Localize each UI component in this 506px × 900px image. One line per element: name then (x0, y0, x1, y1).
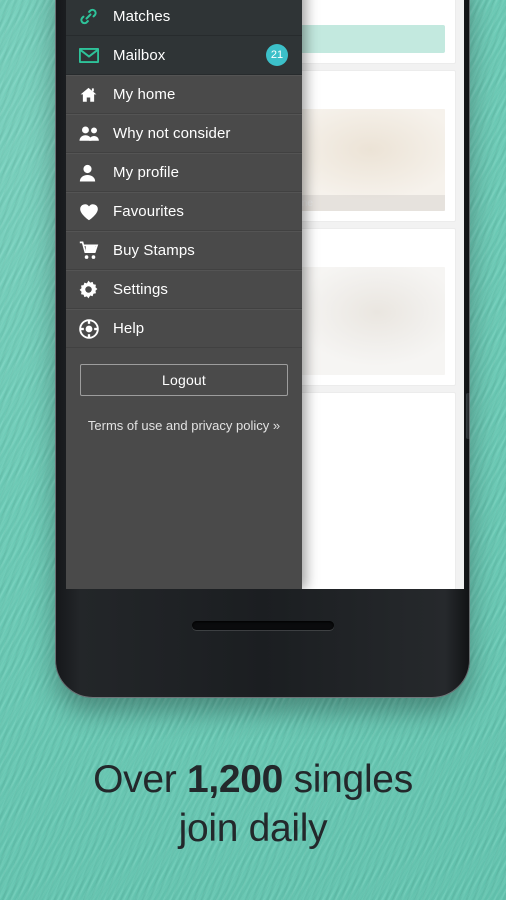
tagline: Over 1,200 singles join daily (0, 755, 506, 853)
tagline-line1-post: singles (283, 758, 414, 801)
home-icon (79, 86, 109, 104)
logout-button-label: Logout (161, 372, 207, 388)
navigation-drawer: Search Matches (66, 0, 302, 589)
life-ring-icon (79, 318, 109, 339)
sidebar-item-help[interactable]: Help (66, 309, 302, 348)
drawer-footer: Logout Terms of use and privacy policy » (66, 348, 302, 589)
sidebar-item-favourites[interactable]: Favourites (66, 192, 302, 231)
volume-button[interactable] (466, 393, 470, 439)
phone-device-mockup: View the suburbs Search to meet m Search… (55, 0, 470, 698)
sidebar-item-label: My profile (113, 164, 180, 181)
sidebar-item-settings[interactable]: Settings (66, 270, 302, 309)
sidebar-item-mailbox[interactable]: Mailbox 21 (66, 36, 302, 75)
sidebar-item-label: Buy Stamps (113, 242, 195, 259)
terms-link-label: Terms of use and privacy policy » (87, 418, 281, 433)
terms-link[interactable]: Terms of use and privacy policy » (80, 418, 288, 433)
sidebar-item-matches[interactable]: Matches (66, 0, 302, 36)
sidebar-item-label: Settings (113, 281, 168, 298)
heart-icon (79, 203, 109, 221)
tagline-line1-bold: 1,200 (186, 758, 284, 801)
speaker-grille (191, 621, 334, 630)
envelope-icon (79, 47, 109, 63)
gear-icon (79, 280, 109, 299)
phone-screen: View the suburbs Search to meet m Search… (66, 0, 464, 589)
sidebar-item-why-not-consider[interactable]: Why not consider (66, 114, 302, 153)
sidebar-item-label: Mailbox (113, 46, 166, 64)
sidebar-item-label: My home (113, 86, 176, 103)
logout-button[interactable]: Logout (80, 364, 288, 396)
sidebar-item-label: Favourites (113, 203, 185, 220)
link-chain-icon (79, 7, 109, 26)
tagline-line2: join daily (178, 807, 328, 850)
tagline-line1-pre: Over (93, 758, 187, 801)
sidebar-item-my-profile[interactable]: My profile (66, 153, 302, 192)
sidebar-item-my-home[interactable]: My home (66, 75, 302, 114)
mailbox-unread-badge: 21 (266, 44, 288, 66)
person-icon (79, 164, 109, 182)
shopping-cart-icon (79, 241, 109, 260)
sidebar-item-label: Matches (113, 7, 171, 25)
sidebar-item-buy-stamps[interactable]: Buy Stamps (66, 231, 302, 270)
sidebar-item-label: Why not consider (113, 125, 231, 142)
sidebar-item-label: Help (113, 320, 145, 337)
two-people-icon (79, 125, 109, 142)
